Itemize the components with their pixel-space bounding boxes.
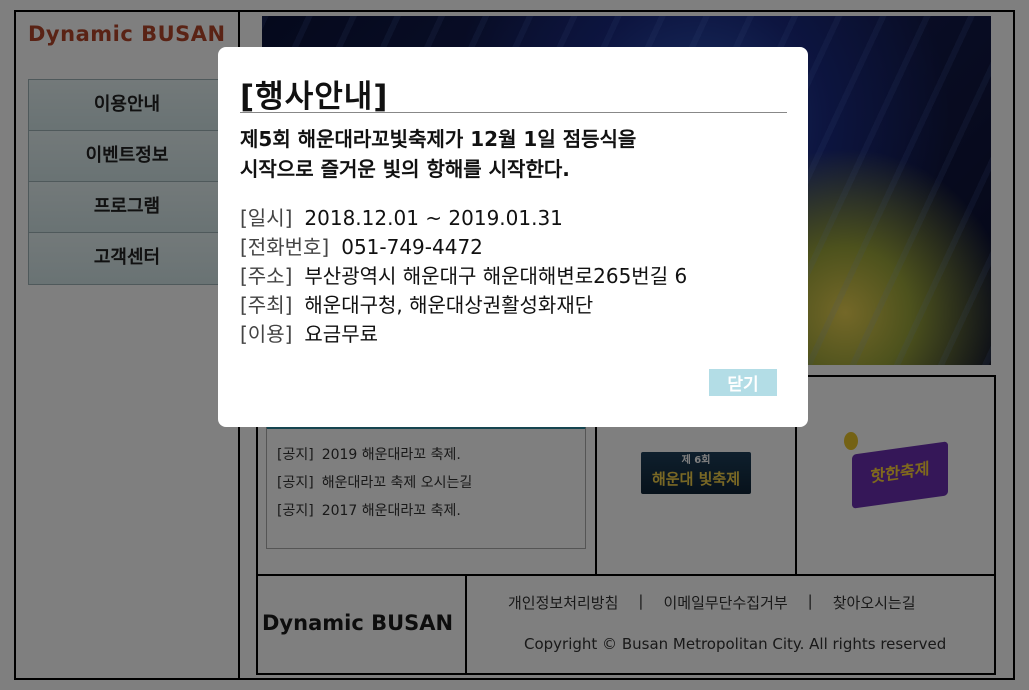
info-row-address: [주소] 부산광역시 해운대구 해운대해변로265번길 6: [240, 262, 687, 291]
info-label: [전화번호]: [240, 235, 330, 259]
modal-headline: 제5회 해운대라꼬빛축제가 12월 1일 점등식을 시작으로 즐거운 빛의 항해…: [240, 124, 780, 184]
headline-line: 시작으로 즐거운 빛의 항해를 시작한다.: [240, 157, 570, 181]
modal-title: [행사안내]: [240, 79, 389, 115]
headline-line: 제5회 해운대라꼬빛축제가 12월 1일 점등식을: [240, 127, 637, 151]
info-label: [주소]: [240, 264, 293, 288]
info-row-date: [일시] 2018.12.01 ~ 2019.01.31: [240, 204, 687, 233]
info-value: 051-749-4472: [341, 235, 483, 259]
info-row-phone: [전화번호] 051-749-4472: [240, 233, 687, 262]
info-row-fee: [이용] 요금무료: [240, 320, 687, 349]
info-label: [이용]: [240, 322, 293, 346]
info-label: [일시]: [240, 206, 293, 230]
info-value: 해운대구청, 해운대상권활성화재단: [304, 293, 594, 317]
info-value: 부산광역시 해운대구 해운대해변로265번길 6: [304, 264, 688, 288]
info-value: 2018.12.01 ~ 2019.01.31: [304, 206, 563, 230]
info-label: [주최]: [240, 293, 293, 317]
event-info-modal: [행사안내] 제5회 해운대라꼬빛축제가 12월 1일 점등식을 시작으로 즐거…: [218, 47, 808, 427]
info-row-host: [주최] 해운대구청, 해운대상권활성화재단: [240, 291, 687, 320]
info-value: 요금무료: [304, 322, 379, 346]
event-info-list: [일시] 2018.12.01 ~ 2019.01.31 [전화번호] 051-74…: [240, 204, 687, 349]
close-button[interactable]: 닫기: [709, 369, 777, 396]
modal-divider: [240, 112, 787, 113]
